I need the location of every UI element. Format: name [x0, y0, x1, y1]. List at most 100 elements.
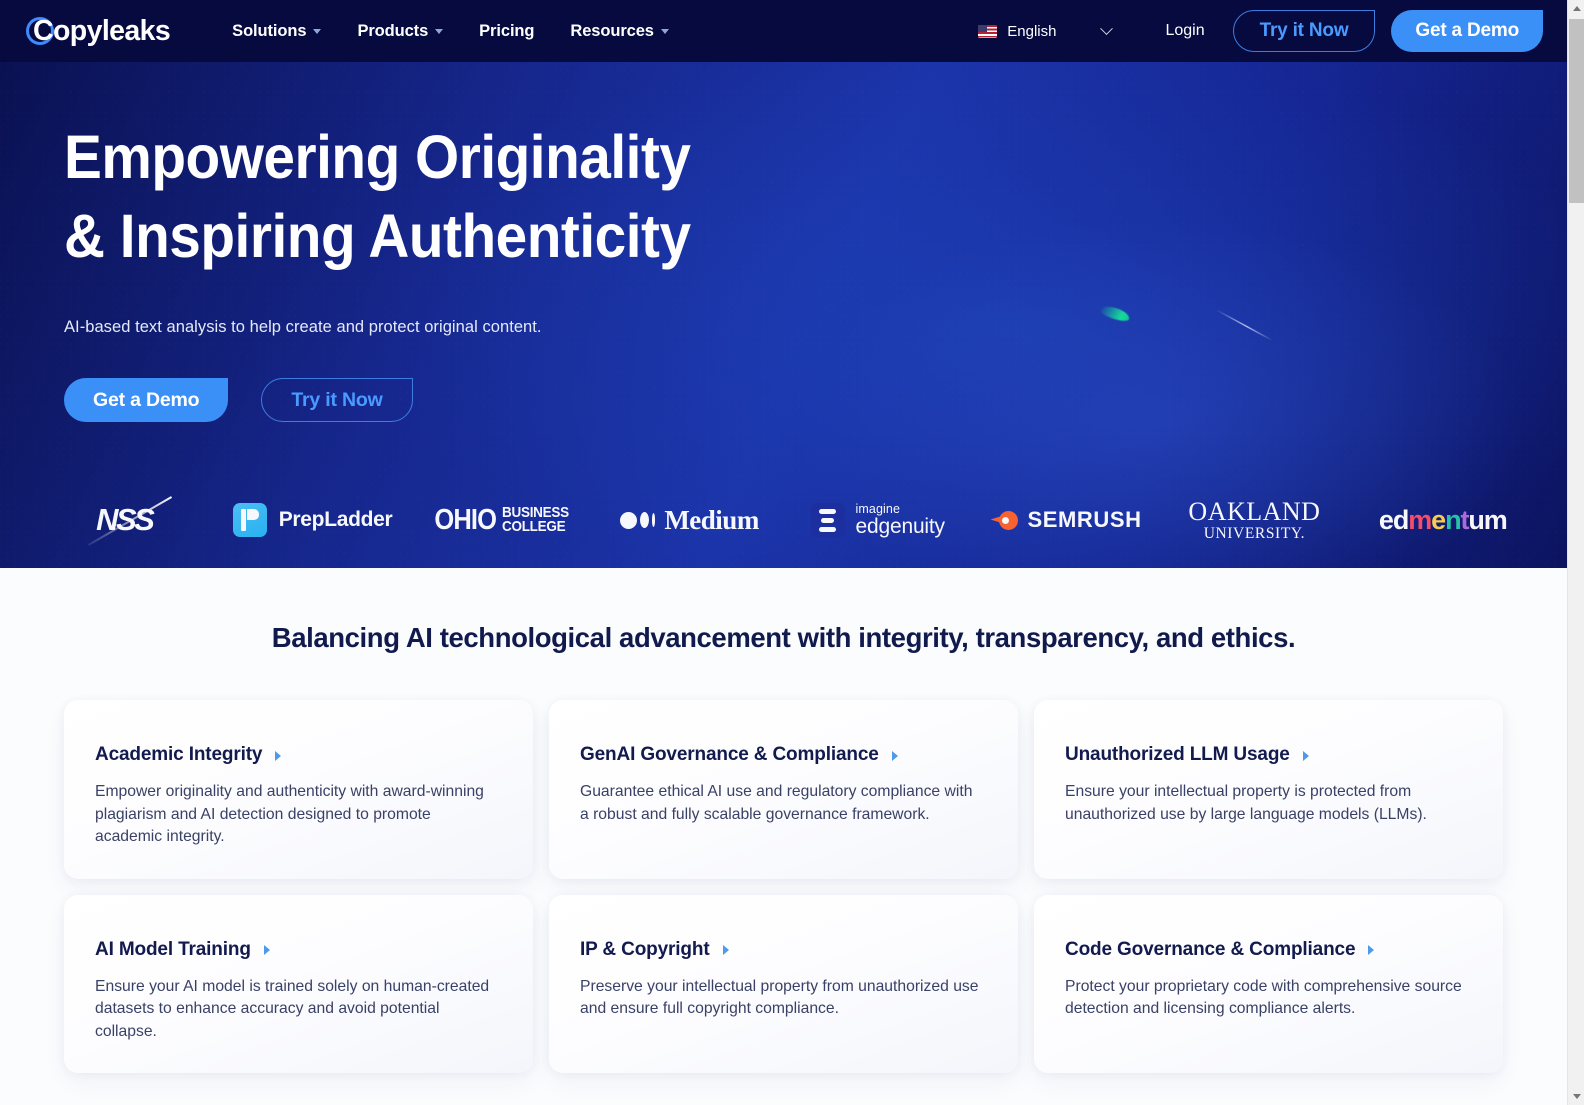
partner-logo-edmentum[interactable]: edmentum	[1349, 492, 1537, 548]
try-it-now-button-nav[interactable]: Try it Now	[1232, 10, 1376, 52]
arrow-right-icon[interactable]	[263, 945, 270, 955]
feature-card-title: GenAI Governance & Compliance	[580, 744, 879, 765]
feature-card-description: Preserve your intellectual property from…	[580, 977, 979, 1018]
edmentum-logo-icon: edmentum	[1378, 504, 1508, 535]
chevron-down-icon	[1100, 21, 1114, 35]
try-it-now-button-hero[interactable]: Try it Now	[261, 378, 413, 422]
feature-card-genai-governance-compliance[interactable]: GenAI Governance & Compliance Guarantee …	[549, 700, 1018, 879]
hero-title-line-1: Empowering Originality	[64, 123, 691, 191]
chevron-down-icon	[435, 28, 444, 34]
nav-item-solutions-label: Solutions	[232, 21, 307, 40]
partner-logo-semrush[interactable]: SEMRUSH	[972, 492, 1160, 548]
get-a-demo-button-nav[interactable]: Get a Demo	[1391, 10, 1543, 52]
medium-mark-icon	[619, 511, 656, 529]
arrow-right-icon[interactable]	[275, 750, 282, 761]
copyleaks-logo[interactable]: Copyleaks	[26, 14, 171, 48]
feature-card-title: Academic Integrity	[95, 744, 263, 765]
imagine-label: imagine	[855, 501, 901, 516]
prepladder-label: PrepLadder	[278, 508, 393, 531]
feature-card-header: IP & Copyright	[580, 939, 987, 961]
semrush-mark-icon	[990, 510, 1019, 531]
ohio-sublabel-line-2: COLLEGE	[501, 518, 566, 535]
primary-nav-links: Solutions Products Pricing Resources	[232, 22, 669, 41]
medium-label: Medium	[664, 504, 759, 535]
partner-logo-strip: NSS PrepLadder OHIO BUSINESS COLLEGE Med…	[0, 472, 1567, 568]
prepladder-logo-icon: PrepLadder	[232, 503, 393, 537]
partner-logo-oakland-university[interactable]: OAKLAND UNIVERSITY.	[1160, 492, 1348, 548]
feature-card-description: Ensure your AI model is trained solely o…	[95, 977, 490, 1040]
hero-title-line-2: & Inspiring Authenticity	[64, 202, 691, 270]
arrow-right-icon[interactable]	[891, 750, 898, 761]
language-selector[interactable]: English	[978, 21, 1114, 40]
feature-card-header: Code Governance & Compliance	[1065, 939, 1472, 961]
features-heading: Balancing AI technological advancement w…	[271, 622, 1296, 653]
edgenuity-wordmark: imagine edgenuity	[856, 503, 945, 537]
scroll-down-arrow-icon[interactable]	[1568, 1088, 1584, 1105]
nav-item-products[interactable]: Products	[357, 21, 444, 41]
feature-card-unauthorized-llm-usage[interactable]: Unauthorized LLM Usage Ensure your intel…	[1034, 700, 1503, 879]
prepladder-mark-icon	[232, 503, 267, 537]
semrush-label: SEMRUSH	[1027, 507, 1142, 532]
browser-viewport: Copyleaks Solutions Products Pricing Res…	[0, 0, 1584, 1105]
scroll-up-arrow-icon[interactable]	[1568, 0, 1584, 17]
main-navbar: Copyleaks Solutions Products Pricing Res…	[0, 0, 1567, 62]
oakland-university-logo-icon: OAKLAND UNIVERSITY.	[1188, 496, 1321, 542]
hero-subtitle: AI-based text analysis to help create an…	[64, 318, 542, 336]
feature-card-header: Unauthorized LLM Usage	[1065, 744, 1472, 766]
oakland-label: OAKLAND	[1188, 496, 1321, 526]
feature-card-title: Code Governance & Compliance	[1065, 938, 1356, 960]
ohio-sublabel: BUSINESS COLLEGE	[501, 505, 569, 535]
feature-card-description: Guarantee ethical AI use and regulatory …	[580, 783, 973, 823]
nav-item-products-label: Products	[357, 21, 429, 40]
get-a-demo-button-hero[interactable]: Get a Demo	[64, 378, 229, 422]
edgenuity-label: edgenuity	[855, 514, 945, 538]
nav-item-resources[interactable]: Resources	[570, 21, 669, 41]
arrow-right-icon[interactable]	[1302, 750, 1309, 761]
feature-card-description: Empower originality and authenticity wit…	[95, 783, 484, 845]
partner-logo-medium[interactable]: Medium	[595, 492, 783, 548]
nss-logo-icon: NSS	[96, 502, 155, 537]
vertical-scrollbar[interactable]	[1567, 0, 1584, 1105]
login-link[interactable]: Login	[1165, 22, 1204, 40]
nav-item-resources-label: Resources	[570, 21, 654, 40]
feature-card-header: AI Model Training	[95, 939, 502, 961]
semrush-logo-icon: SEMRUSH	[990, 507, 1141, 533]
feature-card-grid: Academic Integrity Empower originality a…	[64, 700, 1503, 1073]
ohio-business-college-logo-icon: OHIO BUSINESS COLLEGE	[426, 504, 576, 537]
edgenuity-mark-icon	[810, 503, 845, 537]
feature-card-code-governance-compliance[interactable]: Code Governance & Compliance Protect you…	[1034, 894, 1503, 1073]
arrow-right-icon[interactable]	[722, 945, 729, 955]
feature-card-title: IP & Copyright	[580, 938, 710, 960]
feature-card-ip-copyright[interactable]: IP & Copyright Preserve your intellectua…	[549, 894, 1018, 1073]
nav-item-pricing[interactable]: Pricing	[479, 22, 534, 41]
feature-card-header: Academic Integrity	[95, 744, 502, 766]
medium-logo-icon: Medium	[619, 504, 759, 536]
partner-logo-imagine-edgenuity[interactable]: imagine edgenuity	[784, 492, 972, 548]
nav-item-pricing-label: Pricing	[479, 21, 535, 40]
imagine-edgenuity-logo-icon: imagine edgenuity	[810, 503, 945, 537]
hero-content: Empowering Originality & Inspiring Authe…	[0, 62, 1567, 422]
feature-card-title: AI Model Training	[95, 938, 251, 960]
brand-name: Copyleaks	[33, 14, 171, 47]
partner-logo-ohio-business-college[interactable]: OHIO BUSINESS COLLEGE	[407, 492, 595, 548]
feature-card-description: Ensure your intellectual property is pro…	[1065, 783, 1427, 823]
feature-card-ai-model-training[interactable]: AI Model Training Ensure your AI model i…	[64, 894, 533, 1073]
scrollbar-thumb[interactable]	[1569, 19, 1584, 203]
feature-card-header: GenAI Governance & Compliance	[580, 744, 987, 766]
chevron-down-icon	[660, 28, 669, 34]
feature-card-academic-integrity[interactable]: Academic Integrity Empower originality a…	[64, 700, 533, 879]
hero-title: Empowering Originality & Inspiring Authe…	[64, 118, 1462, 276]
feature-card-description: Protect your proprietary code with compr…	[1065, 977, 1462, 1018]
feature-card-title: Unauthorized LLM Usage	[1065, 744, 1290, 765]
features-section: Balancing AI technological advancement w…	[0, 568, 1567, 1073]
arrow-right-icon[interactable]	[1368, 945, 1375, 955]
hero-section: Empowering Originality & Inspiring Authe…	[0, 62, 1567, 568]
hero-cta-group: Get a Demo Try it Now	[64, 378, 1567, 422]
chevron-down-icon	[313, 28, 322, 34]
us-flag-icon	[978, 24, 998, 38]
nav-item-solutions[interactable]: Solutions	[232, 21, 322, 41]
partner-logo-nss[interactable]: NSS	[30, 492, 218, 548]
language-label: English	[1007, 22, 1057, 40]
ohio-label: OHIO	[434, 503, 497, 536]
partner-logo-prepladder[interactable]: PrepLadder	[218, 492, 406, 548]
